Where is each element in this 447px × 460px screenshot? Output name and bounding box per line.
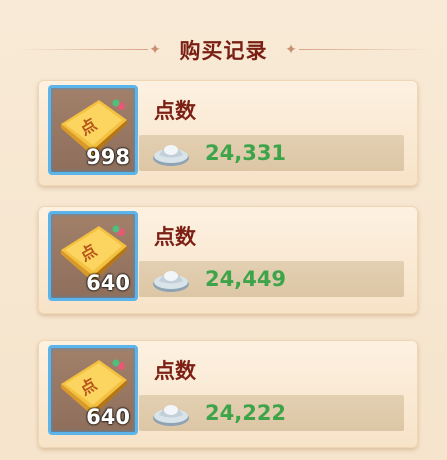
page-title: 购买记录	[179, 39, 268, 63]
item-name: 点数	[154, 99, 196, 123]
silver-ingot-icon	[153, 271, 189, 292]
item-quantity: 640	[86, 405, 130, 429]
ornament-icon: ✦	[285, 42, 297, 58]
item-name: 点数	[154, 225, 196, 249]
item-quantity: 998	[86, 145, 130, 169]
price-bar: 24,331	[139, 135, 404, 171]
item-icon-frame[interactable]: 点 998	[48, 85, 138, 175]
silver-ingot-icon	[153, 145, 189, 166]
purchase-record-card[interactable]: 点 998 点数 24,331	[38, 80, 418, 186]
silver-ingot-icon	[153, 405, 189, 426]
price-bar: 24,222	[139, 395, 404, 431]
item-icon-frame[interactable]: 点 640	[48, 211, 138, 301]
divider-line-right	[299, 49, 429, 50]
purchase-record-card[interactable]: 点 640 点数 24,222	[38, 340, 418, 448]
price-bar: 24,449	[139, 261, 404, 297]
item-name: 点数	[154, 359, 196, 383]
price-value: 24,449	[205, 267, 287, 291]
price-value: 24,222	[205, 401, 287, 425]
item-quantity: 640	[86, 271, 130, 295]
divider-line-left	[18, 49, 148, 50]
ornament-icon: ✦	[149, 42, 161, 58]
item-icon-frame[interactable]: 点 640	[48, 345, 138, 435]
purchase-record-card[interactable]: 点 640 点数 24,449	[38, 206, 418, 314]
title-bar: ✦ 购买记录 ✦	[0, 28, 447, 72]
price-value: 24,331	[205, 141, 287, 165]
